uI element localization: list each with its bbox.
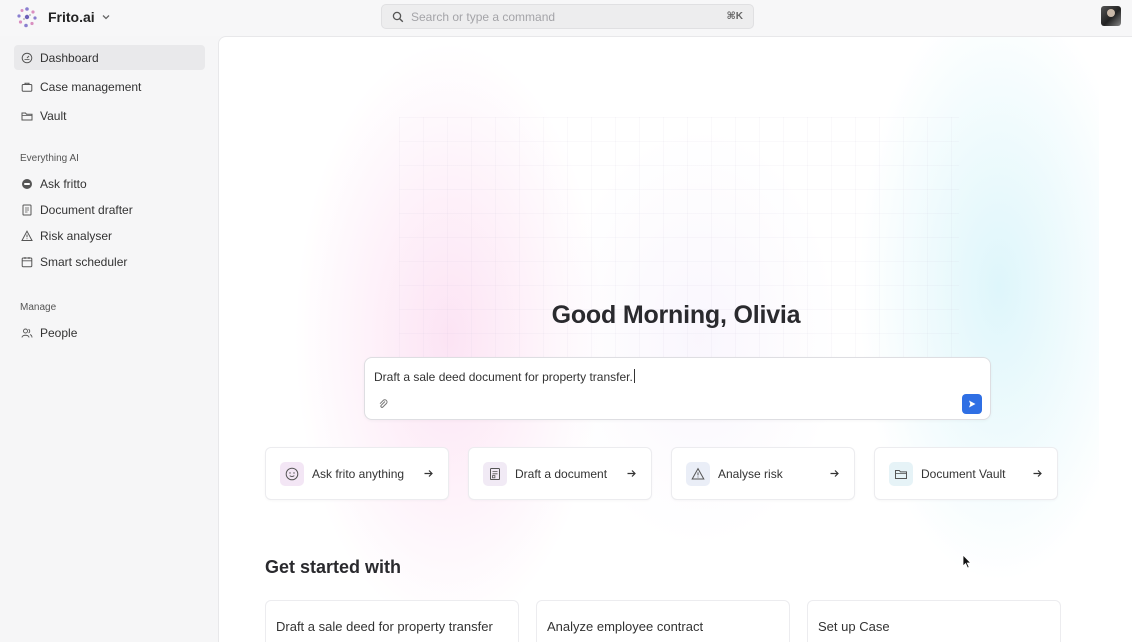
sidebar-item-label: Dashboard xyxy=(40,50,99,65)
warning-icon xyxy=(21,229,33,241)
text-caret xyxy=(633,369,635,383)
top-bar: Frito.ai Search or type a command ⌘K xyxy=(0,0,1132,36)
get-started-title: Get started with xyxy=(265,557,402,577)
app-name: Frito.ai xyxy=(48,9,95,25)
warning-icon xyxy=(691,467,705,479)
prompt-input[interactable]: Draft a sale deed document for property … xyxy=(374,369,635,384)
sidebar-item-label: Vault xyxy=(40,108,67,123)
get-started-card[interactable]: Set up Case xyxy=(807,600,1061,642)
dashboard-icon xyxy=(21,52,33,63)
sidebar-item-ask-fritto[interactable]: Ask fritto xyxy=(14,171,205,196)
page-title: Good Morning, Olivia xyxy=(551,301,801,329)
arrow-right-icon xyxy=(627,470,636,477)
sidebar: Dashboard Case management Vault Everythi… xyxy=(0,36,218,642)
sidebar-item-vault[interactable]: Vault xyxy=(14,103,205,128)
search-shortcut: ⌘K xyxy=(726,11,744,22)
sidebar-item-label: People xyxy=(40,325,78,340)
mouse-pointer-icon xyxy=(962,554,972,569)
sidebar-item-risk-analyser[interactable]: Risk analyser xyxy=(14,223,205,248)
frito-logo-icon xyxy=(17,7,37,28)
arrow-right-icon xyxy=(830,470,839,477)
sidebar-item-document-drafter[interactable]: Document drafter xyxy=(14,197,205,222)
chat-icon xyxy=(22,178,32,189)
search-placeholder: Search or type a command xyxy=(411,9,556,24)
sidebar-item-label: Document drafter xyxy=(40,202,133,217)
sidebar-item-people[interactable]: People xyxy=(14,320,205,345)
main-panel: Good Morning, Olivia Draft a sale deed d… xyxy=(218,36,1132,642)
background-grid xyxy=(399,117,959,377)
quick-action-draft-document[interactable]: Draft a document xyxy=(468,447,652,500)
folder-icon xyxy=(895,469,907,479)
briefcase-icon xyxy=(21,82,33,92)
document-icon xyxy=(22,204,32,215)
quick-action-icon-wrap xyxy=(483,461,507,486)
sidebar-item-label: Case management xyxy=(40,79,142,94)
section-title-everything-ai: Everything AI xyxy=(20,153,79,164)
quick-action-analyse-risk[interactable]: Analyse risk xyxy=(671,447,855,500)
prompt-box[interactable]: Draft a sale deed document for property … xyxy=(364,357,991,420)
get-started-card[interactable]: Analyze employee contract xyxy=(536,600,790,642)
user-avatar[interactable] xyxy=(1101,6,1121,26)
quick-action-icon-wrap xyxy=(889,461,913,486)
send-icon xyxy=(969,400,976,408)
command-search[interactable]: Search or type a command ⌘K xyxy=(381,4,754,29)
quick-action-document-vault[interactable]: Document Vault xyxy=(874,447,1058,500)
sidebar-item-dashboard[interactable]: Dashboard xyxy=(14,45,205,70)
arrow-right-icon xyxy=(424,470,433,477)
chevron-down-icon xyxy=(102,15,110,20)
document-icon xyxy=(490,467,500,480)
quick-action-label: Ask frito anything xyxy=(312,466,405,481)
quick-action-label: Draft a document xyxy=(515,466,608,481)
paperclip-icon[interactable] xyxy=(377,398,389,410)
quick-action-icon-wrap xyxy=(686,461,710,486)
quick-action-icon-wrap xyxy=(280,461,304,486)
workspace-switcher[interactable]: Frito.ai xyxy=(16,6,111,28)
arrow-right-icon xyxy=(1033,470,1042,477)
smiley-icon xyxy=(285,467,299,480)
get-started-card[interactable]: Draft a sale deed for property transfer xyxy=(265,600,519,642)
search-icon xyxy=(392,11,404,22)
sidebar-item-smart-scheduler[interactable]: Smart scheduler xyxy=(14,249,205,274)
send-button[interactable] xyxy=(962,394,982,414)
calendar-icon xyxy=(21,256,33,267)
people-icon xyxy=(21,328,33,338)
folder-icon xyxy=(21,112,33,120)
quick-action-label: Document Vault xyxy=(921,466,1006,481)
sidebar-item-case-management[interactable]: Case management xyxy=(14,74,205,99)
section-title-manage: Manage xyxy=(20,302,57,313)
quick-action-ask-frito[interactable]: Ask frito anything xyxy=(265,447,449,500)
sidebar-item-label: Smart scheduler xyxy=(40,254,128,269)
sidebar-item-label: Ask fritto xyxy=(40,176,87,191)
prompt-value: Draft a sale deed document for property … xyxy=(374,370,633,384)
quick-action-label: Analyse risk xyxy=(718,466,783,481)
sidebar-item-label: Risk analyser xyxy=(40,228,113,243)
